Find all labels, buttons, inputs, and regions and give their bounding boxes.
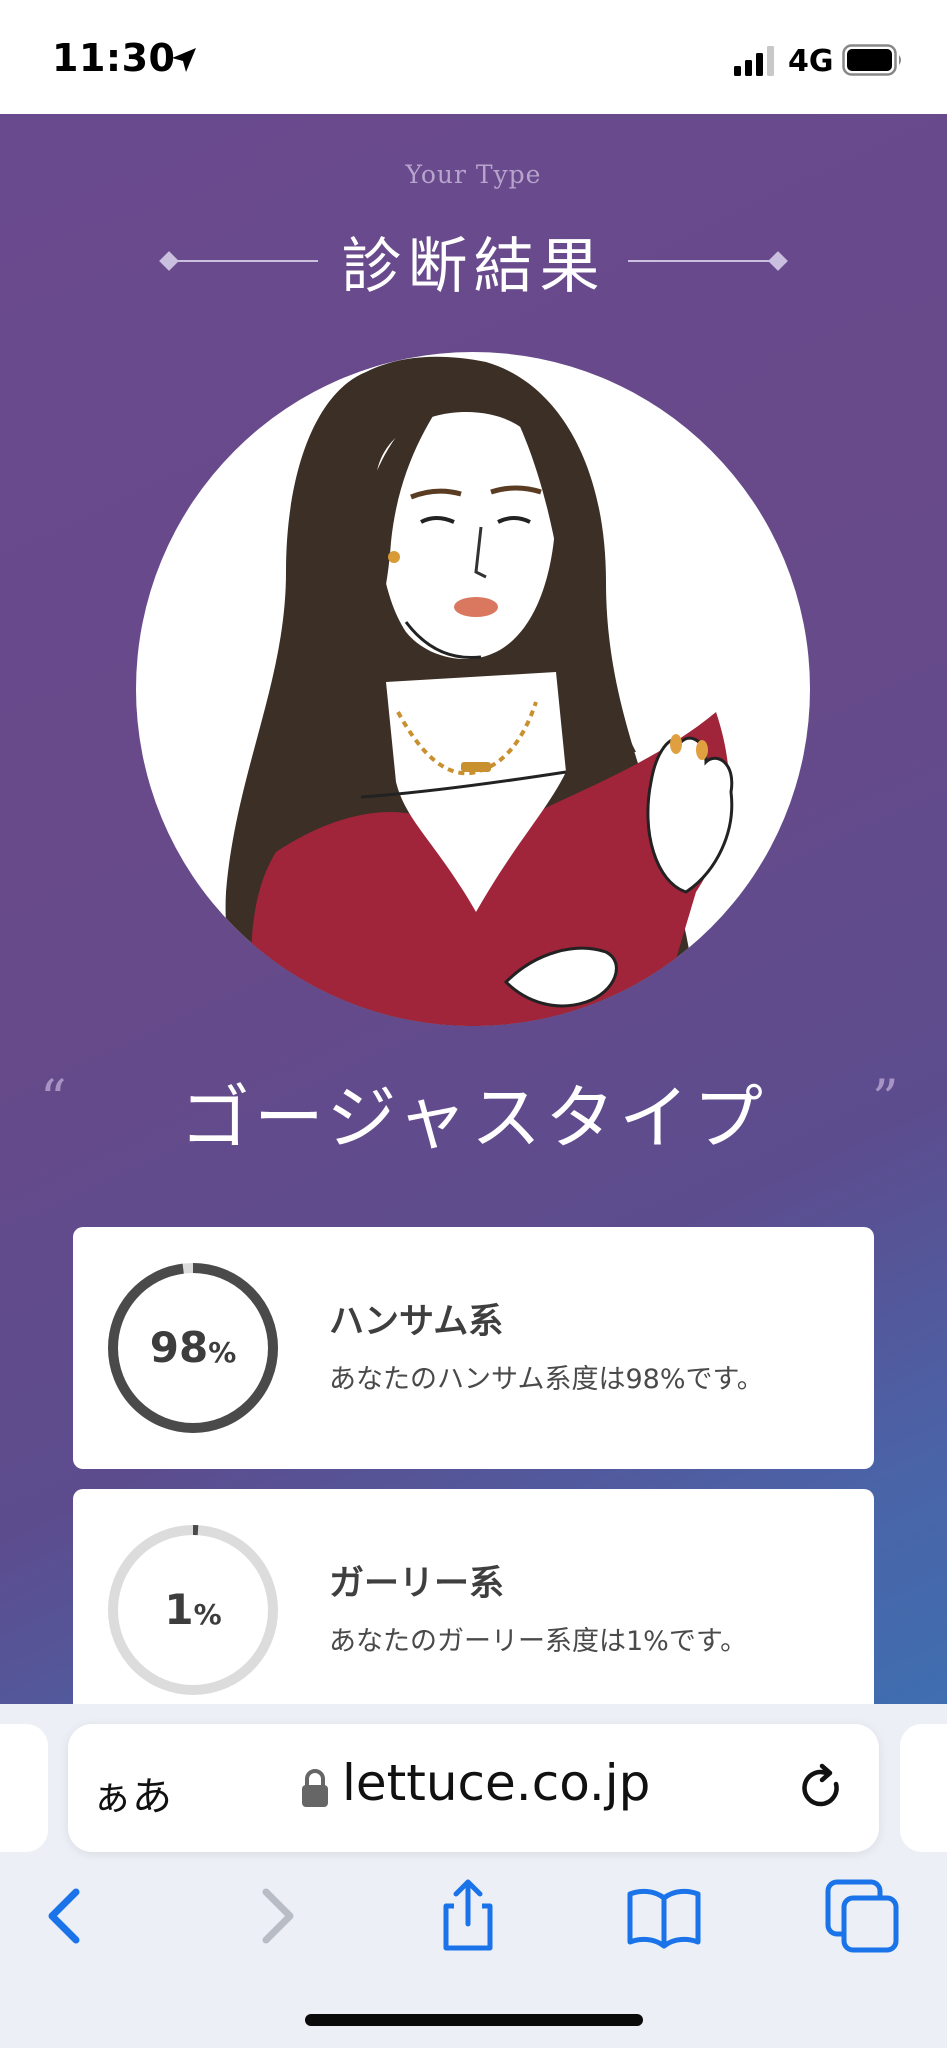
page-title: 診断結果 (341, 232, 606, 302)
address-bar[interactable]: ぁあ lettuce.co.jp (68, 1724, 879, 1852)
percentage-number: 98 (149, 1323, 209, 1372)
previous-tab-peek[interactable] (0, 1724, 48, 1852)
forward-icon[interactable] (234, 1876, 314, 1956)
url-text[interactable]: lettuce.co.jp (342, 1754, 650, 1812)
cellular-signal-icon (734, 46, 774, 76)
lock-icon (302, 1769, 328, 1807)
result-type-name: ゴージャスタイプ (179, 1077, 768, 1159)
location-arrow-icon (172, 48, 196, 72)
bookmarks-icon[interactable] (624, 1876, 704, 1956)
network-type: 4G (788, 44, 834, 79)
tabs-icon[interactable] (822, 1876, 902, 1956)
result-card-handsome: 98% ハンサム系 あなたのハンサム系度は98%です。 (73, 1227, 874, 1469)
title-divider-right (628, 260, 778, 262)
result-category-title: ハンサム系 (329, 1302, 504, 1342)
diagnosis-result-section: Your Type 診断結果 “ ゴージャスタイプ ” 98% ハンサム系 あな… (0, 114, 947, 1704)
percentage-sign: % (193, 1598, 222, 1631)
battery-icon (842, 44, 901, 76)
next-tab-peek[interactable] (900, 1724, 947, 1852)
page-subtitle: Your Type (405, 160, 542, 189)
result-category-title: ガーリー系 (329, 1564, 505, 1604)
share-icon[interactable] (428, 1876, 508, 1956)
text-size-button[interactable]: ぁあ (92, 1764, 172, 1822)
browser-toolbar: ぁあ lettuce.co.jp (0, 1704, 947, 2048)
percentage-number: 1 (164, 1585, 194, 1634)
percentage-value: 98% (107, 1323, 279, 1372)
result-card-girly: 1% ガーリー系 あなたのガーリー系度は1%です。 (73, 1489, 874, 1704)
reload-icon[interactable] (796, 1762, 848, 1814)
home-indicator (305, 2014, 643, 2026)
result-category-description: あなたのハンサム系度は98%です。 (329, 1364, 764, 1395)
percentage-sign: % (208, 1336, 237, 1369)
result-category-description: あなたのガーリー系度は1%です。 (329, 1626, 748, 1657)
quote-mark-close: ” (872, 1070, 899, 1130)
percentage-value: 1% (107, 1585, 279, 1634)
status-bar: 11:30 4G (0, 0, 947, 114)
status-time: 11:30 (52, 36, 176, 80)
back-icon[interactable] (28, 1876, 108, 1956)
type-illustration (136, 352, 810, 1026)
